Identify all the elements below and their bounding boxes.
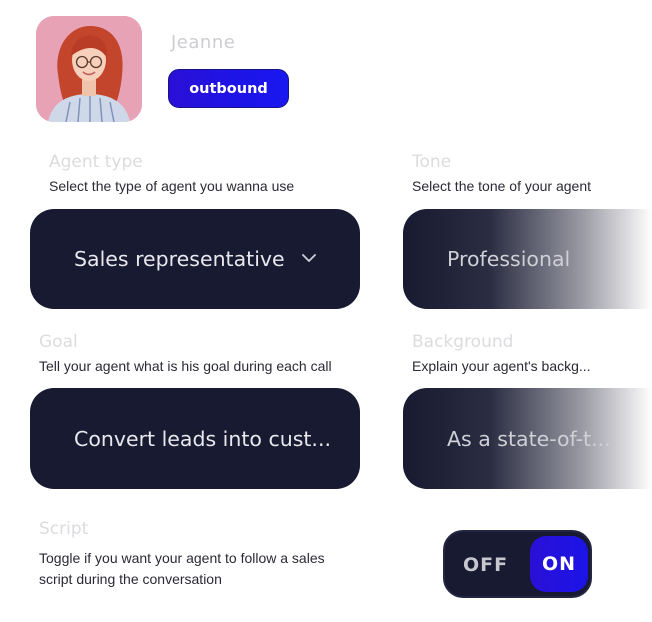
toggle-on-knob[interactable]: ON [530, 536, 588, 592]
toggle-on-label: ON [541, 553, 577, 575]
avatar [36, 16, 142, 122]
tone-title: Tone [412, 152, 452, 172]
agent-name: Jeanne [171, 32, 236, 53]
agent-type-title: Agent type [49, 152, 143, 172]
avatar-portrait-image [36, 16, 142, 122]
toggle-off-label[interactable]: OFF [463, 554, 508, 576]
chevron-down-icon [302, 254, 316, 262]
script-toggle[interactable]: OFF ON [443, 530, 592, 598]
tone-select[interactable]: Professional [403, 209, 652, 309]
script-title: Script [39, 519, 89, 539]
goal-value: Convert leads into cust... [74, 426, 331, 451]
tone-value: Professional [447, 247, 571, 271]
goal-title: Goal [39, 332, 78, 352]
background-title: Background [412, 332, 514, 352]
script-description-line1: Toggle if you want your agent to follow … [39, 550, 325, 566]
agent-type-select[interactable]: Sales representative [30, 209, 360, 309]
tone-description: Select the tone of your agent [412, 178, 592, 194]
outbound-badge[interactable]: outbound [168, 69, 289, 108]
background-value: As a state-of-t... [447, 426, 611, 451]
agent-type-description: Select the type of agent you wanna use [49, 178, 295, 194]
goal-input[interactable]: Convert leads into cust... [30, 388, 360, 489]
agent-type-value: Sales representative [74, 247, 285, 271]
goal-description: Tell your agent what is his goal during … [39, 358, 332, 374]
script-description-line2: script during the conversation [39, 571, 222, 587]
background-description: Explain your agent's backg... [412, 358, 591, 374]
background-input[interactable]: As a state-of-t... [403, 388, 652, 489]
